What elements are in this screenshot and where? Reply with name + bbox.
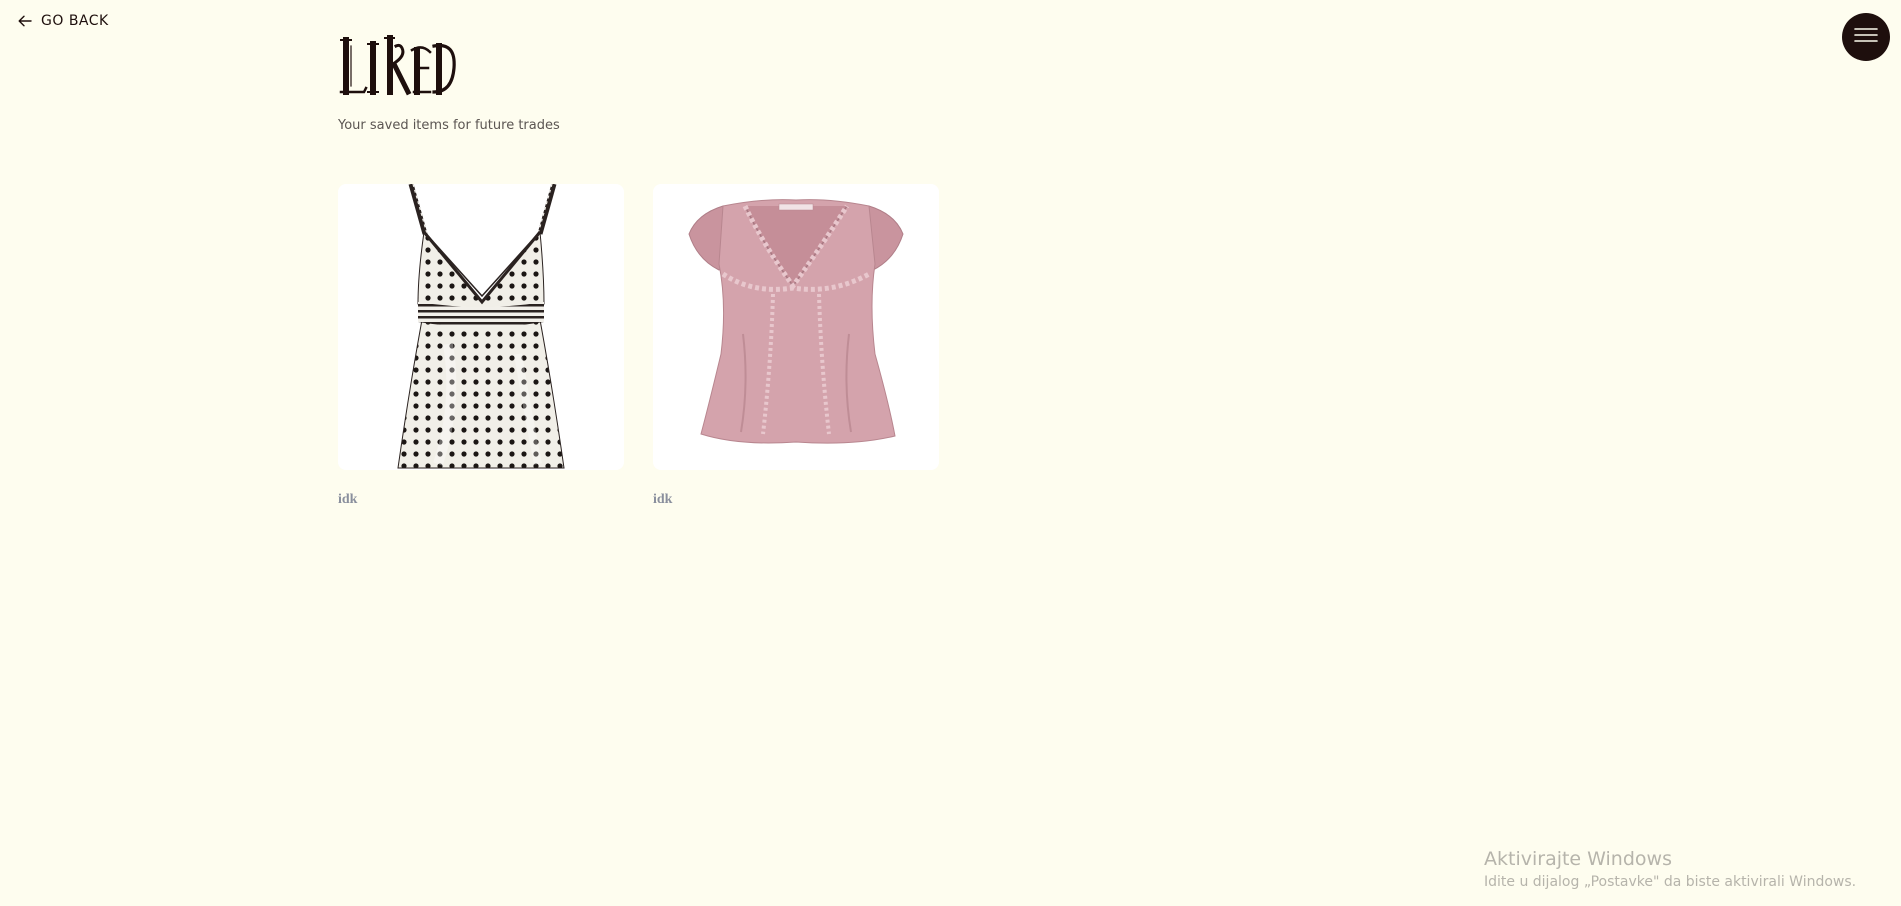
watermark-line-1: Aktivirajte Windows [1484,848,1672,870]
item-name: idk [653,492,673,507]
item-faint-label [653,478,939,490]
windows-activation-watermark: Aktivirajte Windows Idite u dijalog „Pos… [1484,848,1856,890]
page-title-logotype [339,35,456,96]
item-name: idk [338,492,358,507]
page-subtitle: Your saved items for future trades [338,118,560,133]
page-title: LIKED [338,34,458,98]
item-faint-label [338,478,624,490]
go-back-button[interactable]: GO BACK [18,13,109,29]
watermark-line-2: Idite u dijalog „Postavke" da biste akti… [1484,874,1857,890]
pink-lace-blouse-image [688,199,904,444]
go-back-label: GO BACK [41,13,109,29]
liked-page: GO BACK LIKED [0,0,1901,906]
item-image[interactable] [653,184,939,470]
hamburger-icon [1854,27,1878,48]
arrow-left-icon [18,15,32,27]
menu-button[interactable] [1842,13,1890,61]
liked-item-card[interactable]: idk [653,184,939,508]
item-image[interactable] [338,184,624,470]
polka-dot-camisole-image [397,184,565,469]
liked-item-card[interactable]: idk [338,184,624,508]
